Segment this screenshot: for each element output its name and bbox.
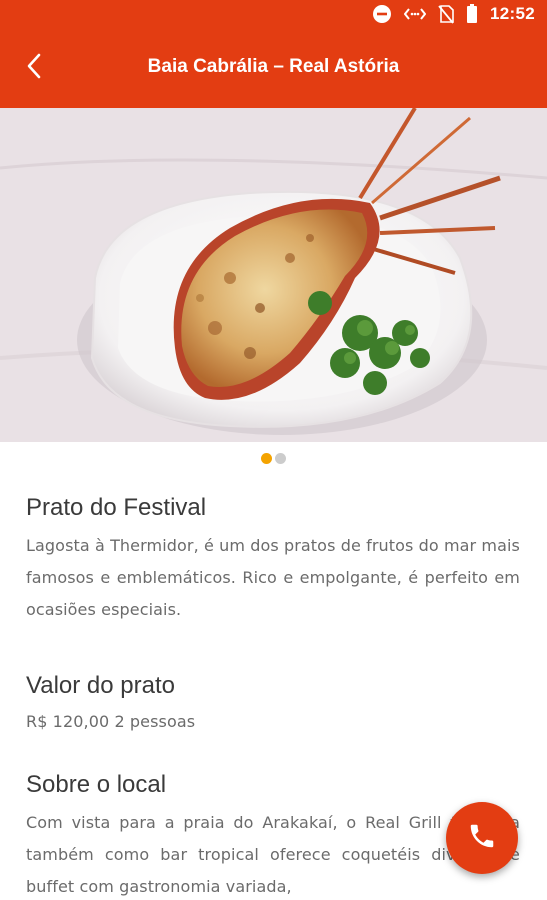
dish-section: Prato do Festival Lagosta à Thermidor, é… [26,494,520,626]
pager-dot-active[interactable] [261,453,272,464]
page-title: Baia Cabrália – Real Astória [147,56,400,77]
data-saver-icon [404,6,427,22]
app-bar: 12:52 Baia Cabrália – Real Astória [0,0,547,108]
dish-photo [0,108,547,442]
status-bar: 12:52 [0,0,547,28]
do-not-disturb-icon [372,4,392,24]
price-section: Valor do prato R$ 120,00 2 pessoas [26,672,520,738]
dish-photo-gallery[interactable] [0,108,547,442]
dish-heading: Prato do Festival [26,494,207,521]
no-sim-icon [438,4,454,24]
toolbar: Baia Cabrália – Real Astória [0,40,547,96]
about-description: Com vista para a praia do Arakakaí, o Re… [26,813,520,896]
pager-dot[interactable] [275,453,286,464]
price-value: R$ 120,00 2 pessoas [26,712,196,731]
phone-icon [467,821,497,856]
battery-icon [466,4,478,24]
call-button[interactable] [446,802,518,874]
price-heading: Valor do prato [26,672,175,699]
status-time: 12:52 [490,4,535,23]
about-heading: Sobre o local [26,771,167,798]
gallery-pager [0,453,547,467]
dish-description: Lagosta à Thermidor, é um dos pratos de … [26,536,520,619]
